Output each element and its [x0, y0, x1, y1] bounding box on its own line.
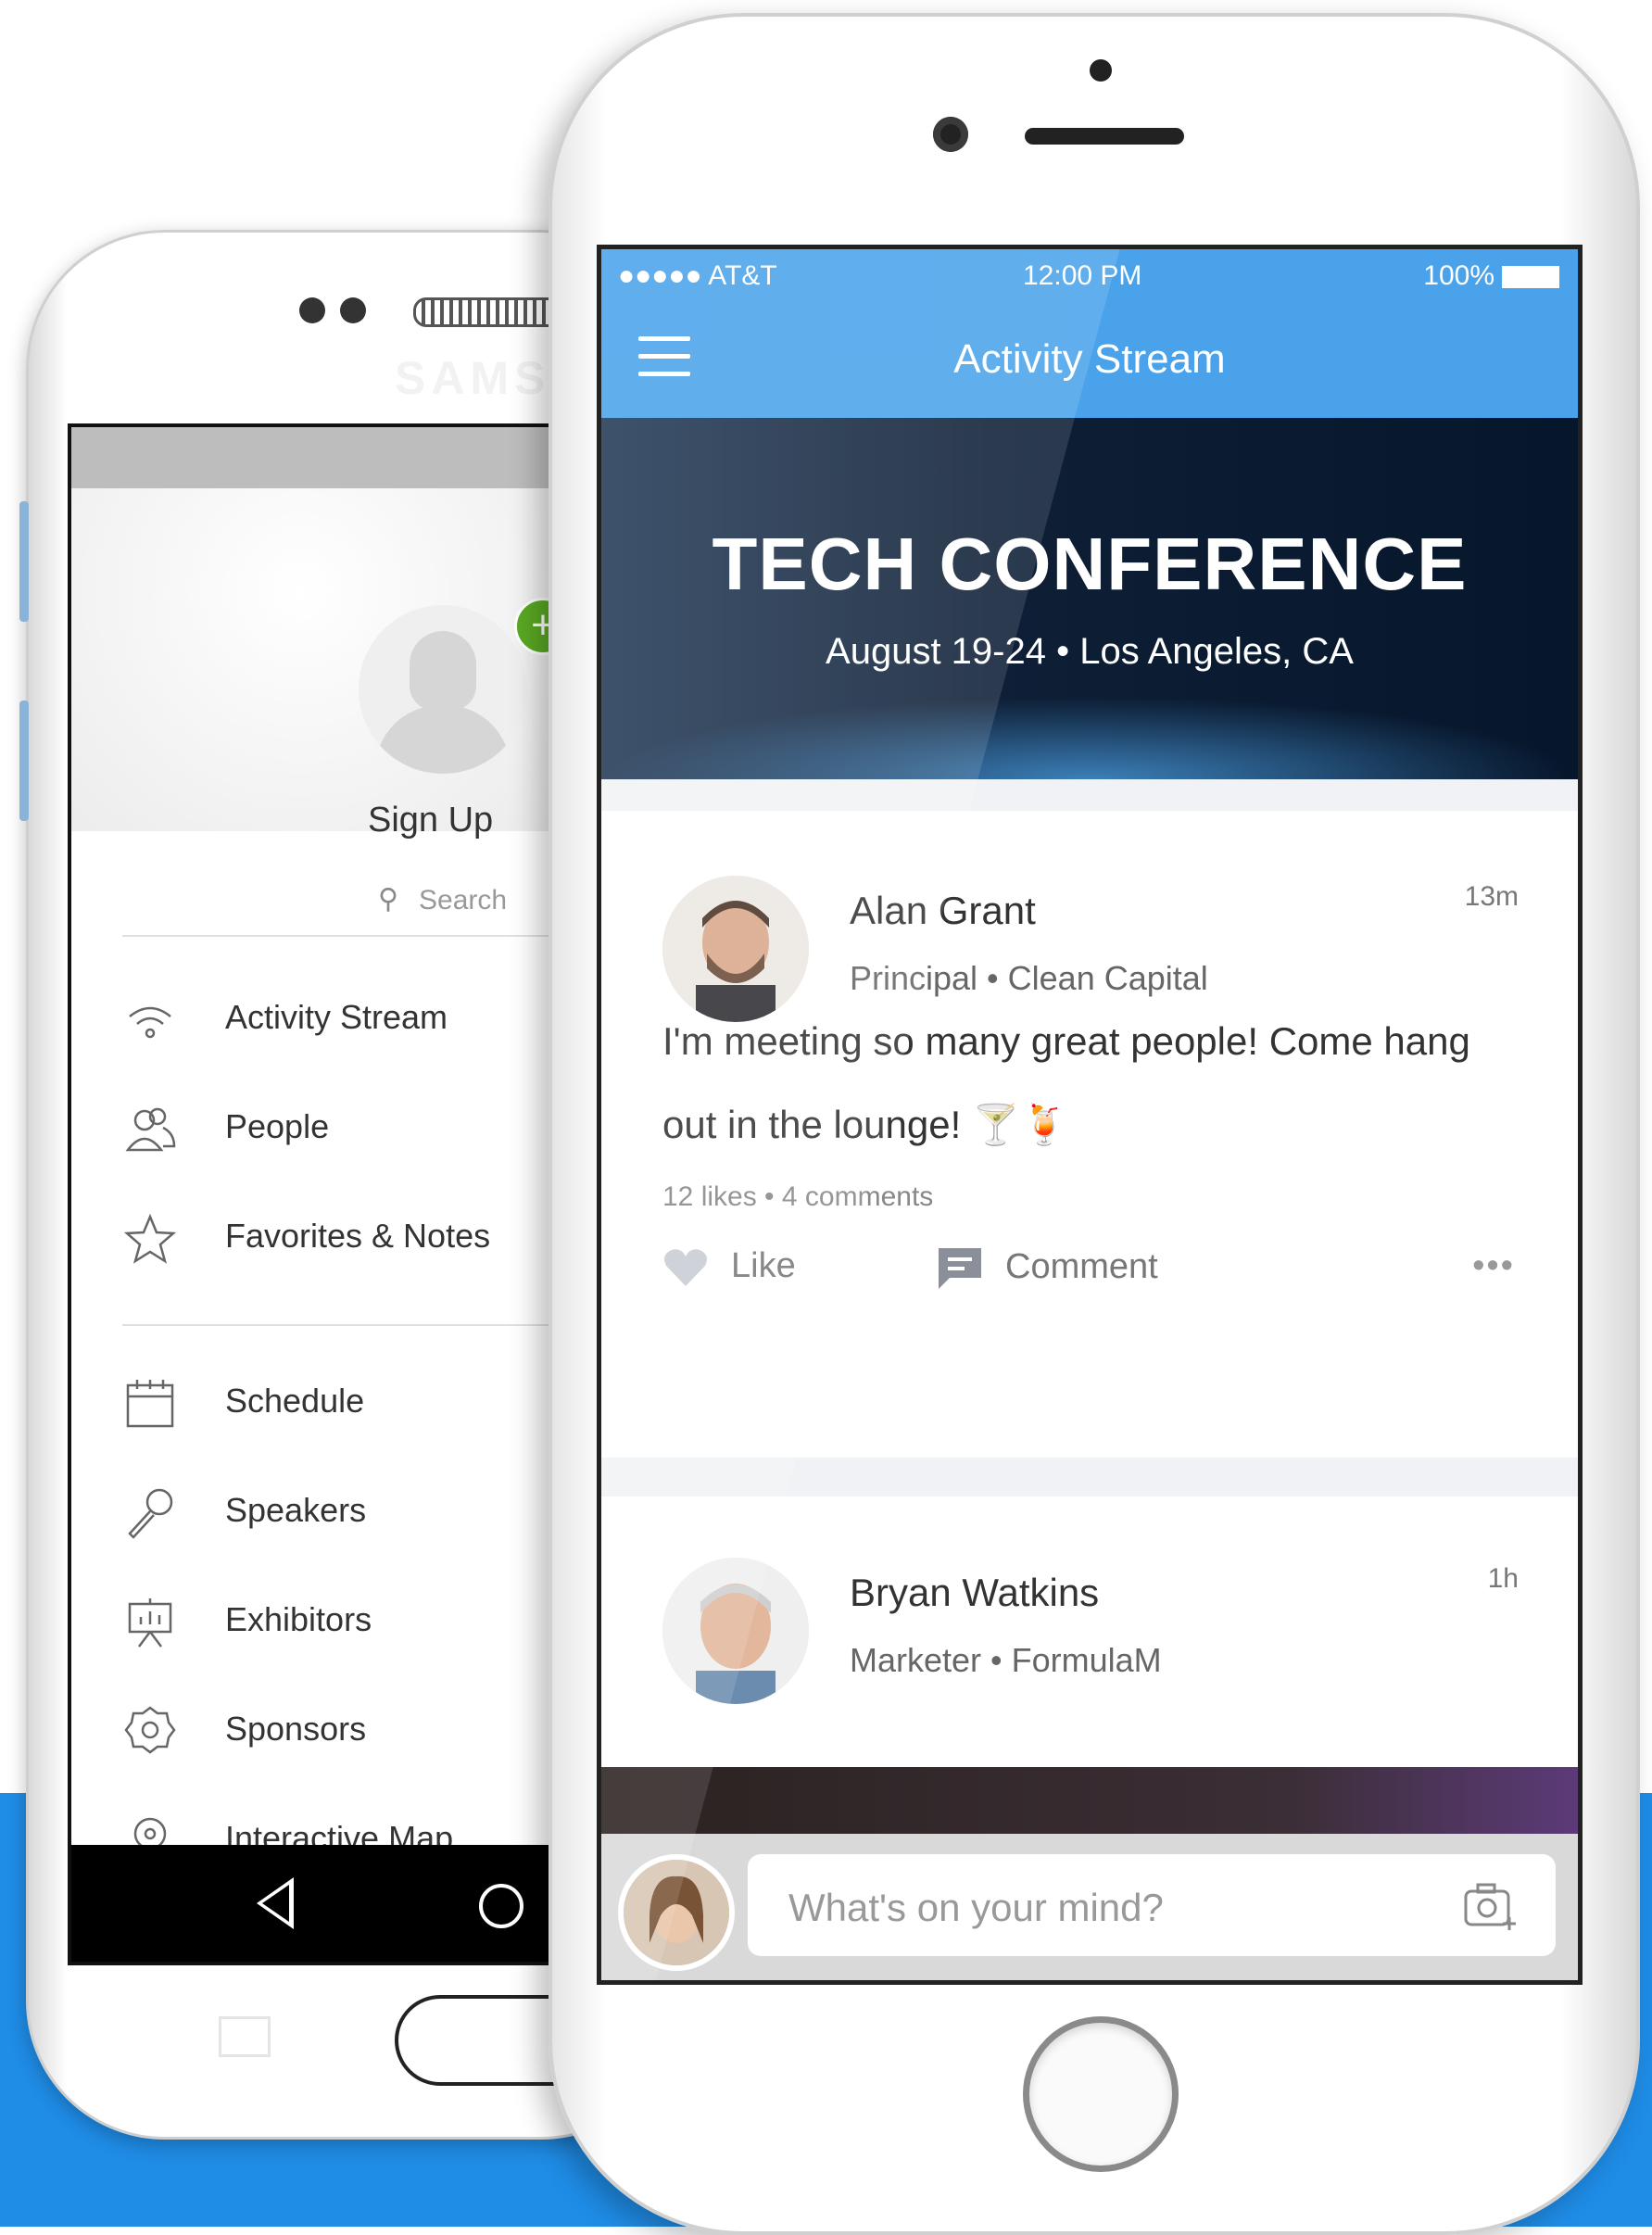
- more-options-icon[interactable]: •••: [1472, 1246, 1515, 1286]
- clock: 12:00 PM: [1023, 260, 1142, 291]
- avatar[interactable]: [662, 1558, 809, 1704]
- proximity-sensor: [1090, 59, 1112, 82]
- recent-apps-key[interactable]: [219, 2016, 271, 2057]
- post-card: Bryan Watkins Marketer • FormulaM 1h: [601, 1496, 1578, 1767]
- app-header: Activity Stream: [601, 297, 1578, 418]
- calendar-icon: [126, 1380, 174, 1428]
- comment-button[interactable]: Comment: [937, 1246, 1158, 1291]
- android-volume-button: [19, 501, 29, 622]
- comment-label: Comment: [1005, 1247, 1158, 1287]
- post-image-preview: [601, 1767, 1578, 1834]
- menu-item-label: Schedule: [225, 1382, 365, 1420]
- carrier-label: ●●●●● AT&T: [618, 260, 777, 291]
- menu-item-label: Exhibitors: [225, 1600, 372, 1638]
- earpiece-speaker: [1025, 128, 1184, 145]
- post-author-role: Marketer • FormulaM: [850, 1641, 1162, 1679]
- back-icon[interactable]: [257, 1877, 294, 1929]
- home-icon[interactable]: [479, 1884, 523, 1928]
- add-photo-camera-icon[interactable]: [1463, 1880, 1519, 1930]
- post-timestamp: 13m: [1464, 881, 1519, 912]
- battery-percent: 100%: [1423, 260, 1494, 291]
- banner-wave-graphic: [601, 696, 1578, 779]
- post-author[interactable]: Bryan Watkins: [850, 1571, 1099, 1615]
- composer-placeholder: What's on your mind?: [788, 1886, 1164, 1929]
- menu-item-label: Speakers: [225, 1491, 367, 1529]
- status-bar: ●●●●● AT&T 12:00 PM 100%: [601, 249, 1578, 297]
- post-card: Alan Grant Principal • Clean Capital 13m…: [601, 811, 1578, 1458]
- post-timestamp: 1h: [1487, 1563, 1519, 1594]
- banner-title: TECH CONFERENCE: [712, 523, 1468, 605]
- battery-icon: [1502, 266, 1559, 289]
- avatar-placeholder[interactable]: [359, 605, 527, 774]
- iphone-home-button[interactable]: [1023, 2016, 1179, 2172]
- android-sensors: [299, 297, 381, 328]
- people-icon: [125, 1107, 176, 1152]
- star-icon: [123, 1213, 177, 1264]
- post-body: I'm meeting so many great people! Come h…: [662, 1019, 1470, 1146]
- post-stats[interactable]: 12 likes • 4 comments: [662, 1181, 933, 1213]
- menu-item-label: People: [225, 1107, 330, 1145]
- easel-icon: [128, 1598, 172, 1648]
- like-label: Like: [731, 1246, 796, 1285]
- current-user-avatar: [618, 1854, 735, 1971]
- iphone: ●●●●● AT&T 12:00 PM 100% Activity Stream…: [549, 13, 1640, 2235]
- iphone-screen: ●●●●● AT&T 12:00 PM 100% Activity Stream…: [597, 245, 1583, 1985]
- front-camera-icon: [933, 117, 968, 152]
- search-icon: ⚲: [378, 884, 398, 915]
- like-button[interactable]: Like: [662, 1246, 796, 1288]
- post-author[interactable]: Alan Grant: [850, 889, 1036, 933]
- comment-icon: [939, 1248, 981, 1289]
- search-placeholder: Search: [419, 885, 508, 915]
- badge-icon: [124, 1706, 176, 1754]
- wifi-icon: [129, 1006, 171, 1039]
- menu-item-label: Favorites & Notes: [225, 1217, 491, 1255]
- event-banner: TECH CONFERENCE August 19-24 • Los Angel…: [601, 418, 1578, 779]
- heart-icon: [664, 1249, 707, 1286]
- battery-indicator: 100%: [1423, 260, 1559, 292]
- banner-subtitle: August 19-24 • Los Angeles, CA: [826, 631, 1354, 672]
- composer-bar: What's on your mind?: [601, 1834, 1578, 1980]
- post-actions: Like Comment •••: [662, 1246, 1515, 1311]
- post-author-role: Principal • Clean Capital: [850, 959, 1208, 997]
- page-title: Activity Stream: [953, 336, 1226, 382]
- menu-item-label: Activity Stream: [225, 998, 448, 1036]
- menu-item-label: Sponsors: [225, 1710, 367, 1748]
- microphone-icon: [128, 1488, 173, 1539]
- post-composer-input[interactable]: What's on your mind?: [748, 1854, 1556, 1956]
- signup-link[interactable]: Sign Up: [368, 801, 493, 840]
- android-side-button: [19, 701, 29, 821]
